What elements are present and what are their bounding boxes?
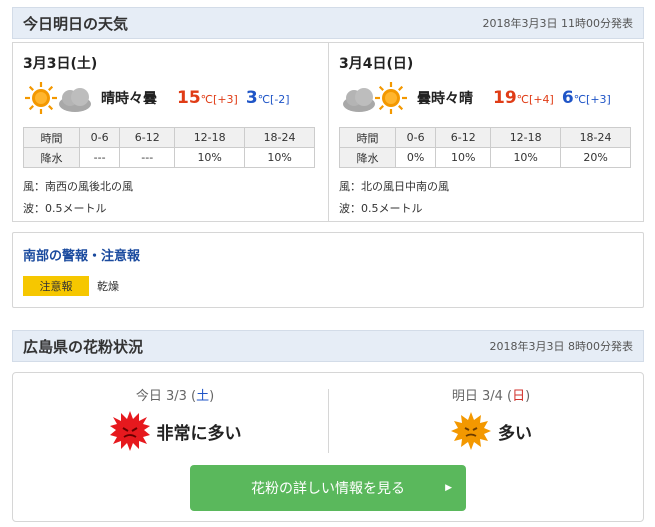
forecast-day-tomorrow: 3月4日(日) 曇時々晴 19℃[+4] 6℃[+3] 時間 0-6 6-12 … [328, 43, 643, 221]
day-date: 3月4日(日) [339, 56, 414, 72]
table-row: 時間 0-6 6-12 12-18 18-24 [23, 127, 315, 148]
wave-info: 波：0.5メートル [23, 202, 107, 215]
pollen-level-row: 多い [341, 410, 641, 452]
table-row: 降水 0% 10% 10% 20% [339, 147, 631, 168]
pollen-date: 今日 3/3 (土) [135, 389, 215, 404]
pollen-level-text: 非常に多い [156, 423, 242, 444]
day-date: 3月3日(土) [23, 56, 98, 72]
pollen-panel: 今日 3/3 (土) 非常に多い 明日 3/4 (日) 多い 花粉の詳しい情報を… [12, 372, 644, 522]
pollen-title: 広島県の花粉状況 [23, 337, 144, 356]
advisory-badge: 注意報 [23, 276, 89, 296]
pollen-detail-button[interactable]: 花粉の詳しい情報を見る ▶ [190, 465, 466, 511]
precip-table: 時間 0-6 6-12 12-18 18-24 降水 --- --- 10% 1… [23, 127, 315, 168]
warning-item: 注意報 乾燥 [23, 276, 633, 296]
weather-icons [23, 80, 95, 116]
wind-info: 風：南西の風後北の風 [23, 180, 133, 193]
weather-summary: 曇時々晴 19℃[+4] 6℃[+3] [339, 79, 633, 117]
wave-info: 波：0.5メートル [339, 202, 423, 215]
warnings-title-link[interactable]: 南部の警報・注意報 [23, 245, 633, 264]
weather-description: 曇時々晴 [417, 91, 473, 107]
high-temp: 19℃[+4] [493, 88, 554, 108]
chevron-right-icon: ▶ [445, 483, 452, 493]
pollen-high-icon [451, 412, 491, 450]
divider [328, 389, 329, 453]
advisory-text: 乾燥 [97, 280, 119, 293]
weather-icons [339, 80, 411, 116]
pollen-level-text: 多い [498, 423, 532, 444]
forecast-title: 今日明日の天気 [23, 14, 129, 33]
cloud-icon [59, 88, 91, 112]
table-row: 時間 0-6 6-12 12-18 18-24 [339, 127, 631, 148]
low-temp: 6℃[+3] [561, 88, 611, 108]
cloud-icon [343, 88, 375, 112]
high-temp: 15℃[+3] [177, 88, 238, 108]
forecast-header: 今日明日の天気 2018年3月3日 11時00分発表 [12, 7, 644, 39]
wind-info: 風：北の風日中南の風 [339, 180, 449, 193]
weather-summary: 晴時々曇 15℃[+3] 3℃[-2] [23, 79, 318, 117]
pollen-today: 今日 3/3 (土) 非常に多い [25, 385, 325, 452]
precip-table: 時間 0-6 6-12 12-18 18-24 降水 0% 10% 10% 20… [339, 127, 631, 168]
weather-description: 晴時々曇 [101, 91, 157, 107]
forecast-day-today: 3月3日(土) 晴時々曇 15℃[+3] 3℃[-2] 時間 0-6 6-12 … [13, 43, 328, 221]
sun-icon [375, 82, 407, 114]
forecast-panel: 3月3日(土) 晴時々曇 15℃[+3] 3℃[-2] 時間 0-6 6-12 … [12, 42, 644, 222]
pollen-very-high-icon [109, 411, 150, 451]
pollen-detail-button-label: 花粉の詳しい情報を見る [251, 481, 405, 497]
forecast-issued-time: 2018年3月3日 11時00分発表 [482, 17, 633, 30]
pollen-tomorrow: 明日 3/4 (日) 多い [341, 385, 641, 452]
pollen-date: 明日 3/4 (日) [451, 389, 531, 404]
warnings-panel: 南部の警報・注意報 注意報 乾燥 [12, 232, 644, 308]
pollen-level-row: 非常に多い [25, 410, 325, 452]
pollen-header: 広島県の花粉状況 2018年3月3日 8時00分発表 [12, 330, 644, 362]
sun-icon [25, 82, 57, 114]
low-temp: 3℃[-2] [245, 88, 290, 108]
table-row: 降水 --- --- 10% 10% [23, 147, 315, 168]
pollen-issued-time: 2018年3月3日 8時00分発表 [489, 340, 633, 353]
